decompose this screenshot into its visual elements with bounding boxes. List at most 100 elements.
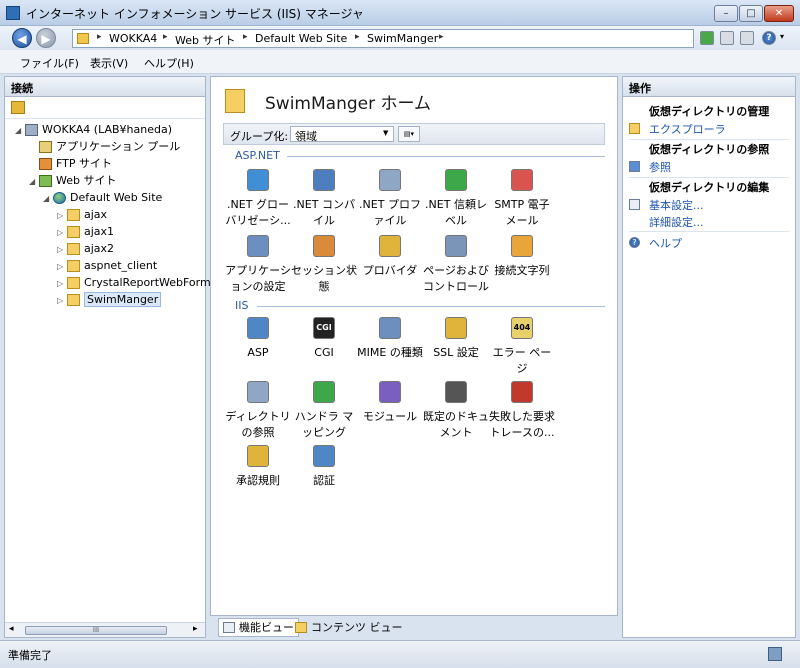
- feature-error-pages[interactable]: 404 エラー ページ: [489, 317, 555, 377]
- feature-app-settings[interactable]: アプリケーションの設定: [225, 235, 291, 295]
- tree-item[interactable]: ▷ ajax2: [57, 240, 114, 257]
- action-group-browse: 仮想ディレクトリの参照: [649, 143, 770, 156]
- connect-icon[interactable]: [11, 101, 25, 114]
- tree-item-label: SwimManger: [84, 292, 162, 307]
- feature-profile[interactable]: .NET プロファイル: [357, 169, 423, 229]
- breadcrumb-swimmanger[interactable]: SwimManger: [367, 32, 438, 45]
- feature-connection-strings[interactable]: 接続文字列: [489, 235, 555, 279]
- feature-session-state[interactable]: セッション状態: [291, 235, 357, 295]
- menu-help[interactable]: ヘルプ(H): [144, 55, 194, 71]
- breadcrumb-server[interactable]: WOKKA4: [109, 32, 157, 45]
- mime-types-icon: [379, 317, 401, 339]
- feature-mime-types[interactable]: MIME の種類: [357, 317, 423, 361]
- breadcrumb-arrow-icon[interactable]: ▸: [439, 32, 444, 42]
- tree-item[interactable]: ▷ CrystalReportWebForm: [57, 274, 211, 291]
- help-icon[interactable]: ?: [762, 31, 776, 45]
- stop-icon[interactable]: [720, 31, 734, 45]
- action-explore[interactable]: エクスプローラ: [649, 121, 726, 137]
- menu-bar: ファイル(F) 表示(V) ヘルプ(H): [0, 50, 800, 74]
- expand-icon[interactable]: ▷: [57, 258, 67, 275]
- feature-label: MIME の種類: [357, 346, 423, 359]
- feature-label: 接続文字列: [494, 264, 550, 277]
- error-pages-icon: 404: [511, 317, 533, 339]
- collapse-icon[interactable]: ◢: [43, 190, 53, 207]
- view-mode-button[interactable]: ▤▾: [398, 126, 420, 142]
- globalization-icon: [247, 169, 269, 191]
- feature-authentication[interactable]: 認証: [291, 445, 357, 489]
- back-button[interactable]: ◀: [12, 28, 32, 48]
- tab-content-view[interactable]: コンテンツ ビュー: [290, 618, 408, 637]
- tab-content-view-label: コンテンツ ビュー: [311, 621, 403, 634]
- handler-mappings-icon: [313, 381, 335, 403]
- feature-providers[interactable]: プロバイダ: [357, 235, 423, 279]
- help-dropdown-icon[interactable]: ▾: [780, 32, 784, 41]
- refresh-icon[interactable]: [700, 31, 714, 45]
- scroll-left-icon[interactable]: ◂: [9, 624, 14, 634]
- collapse-icon[interactable]: ◢: [29, 173, 39, 190]
- feature-label: ASP: [247, 346, 269, 359]
- maximize-button[interactable]: □: [739, 5, 763, 22]
- page-title: SwimManger ホーム: [265, 94, 431, 114]
- feature-cgi[interactable]: CGI CGI: [291, 317, 357, 361]
- tree-item[interactable]: ▷ ajax: [57, 206, 107, 223]
- feature-trust-level[interactable]: .NET 信頼レベル: [423, 169, 489, 229]
- breadcrumb-default-web-site[interactable]: Default Web Site: [255, 32, 347, 45]
- tree-item[interactable]: ▷ SwimManger: [57, 291, 162, 309]
- app-pool-icon: [39, 141, 52, 153]
- tree-item[interactable]: ◢ Web サイト: [29, 172, 116, 189]
- expand-icon[interactable]: ▷: [57, 292, 67, 309]
- menu-view[interactable]: 表示(V): [90, 55, 128, 71]
- minimize-button[interactable]: –: [714, 5, 738, 22]
- folder-app-icon: [67, 294, 80, 306]
- feature-pages-controls[interactable]: ページおよびコントロール: [423, 235, 489, 295]
- ftp-icon: [39, 158, 52, 170]
- feature-compilation[interactable]: .NET コンパイル: [291, 169, 357, 229]
- feature-default-document[interactable]: 既定のドキュメント: [423, 381, 489, 441]
- expand-icon[interactable]: ▷: [57, 224, 67, 241]
- tab-feature-view[interactable]: 機能ビュー: [218, 618, 299, 637]
- tree-item[interactable]: ▷ ajax1: [57, 223, 114, 240]
- action-advanced-settings[interactable]: 詳細設定...: [649, 214, 704, 230]
- ssl-icon: [445, 317, 467, 339]
- menu-file[interactable]: ファイル(F): [20, 55, 79, 71]
- tree-item[interactable]: ▷ aspnet_client: [57, 257, 157, 274]
- breadcrumb-websites[interactable]: Web サイト: [175, 32, 235, 48]
- feature-directory-browsing[interactable]: ディレクトリの参照: [225, 381, 291, 441]
- forward-button[interactable]: ▶: [36, 28, 56, 48]
- iis-manager-icon: [6, 6, 20, 20]
- feature-failed-request-tracing[interactable]: 失敗した要求トレースの...: [489, 381, 555, 441]
- tree-item-label: ajax: [84, 208, 108, 221]
- tree-item-label: aspnet_client: [84, 259, 158, 272]
- profile-icon: [379, 169, 401, 191]
- folder-icon: [77, 33, 89, 44]
- feature-asp[interactable]: ASP: [225, 317, 291, 361]
- expand-icon[interactable]: ▷: [57, 275, 67, 292]
- feature-label: .NET コンパイル: [293, 198, 355, 227]
- home-icon[interactable]: [740, 31, 754, 45]
- connections-header: 接続: [5, 77, 205, 97]
- feature-handler-mappings[interactable]: ハンドラ マッピング: [291, 381, 357, 441]
- address-bar[interactable]: ▸ WOKKA4 ▸ Web サイト ▸ Default Web Site ▸ …: [72, 29, 694, 48]
- feature-authorization-rules[interactable]: 承認規則: [225, 445, 291, 489]
- tree-item[interactable]: FTP サイト: [29, 155, 112, 172]
- expand-icon[interactable]: ▷: [57, 241, 67, 258]
- action-browse[interactable]: 参照: [649, 159, 671, 175]
- feature-smtp-email[interactable]: SMTP 電子メール: [489, 169, 555, 229]
- expand-icon[interactable]: ▷: [57, 207, 67, 224]
- tree-item[interactable]: ◢ Default Web Site: [43, 189, 162, 206]
- tree-item[interactable]: ◢ WOKKA4 (LAB¥haneda): [15, 121, 172, 138]
- feature-globalization[interactable]: .NET グローバリゼーシ...: [225, 169, 291, 229]
- feature-ssl[interactable]: SSL 設定: [423, 317, 489, 361]
- scroll-right-icon[interactable]: ▸: [193, 624, 198, 634]
- tree-item[interactable]: アプリケーション プール: [29, 138, 180, 155]
- feature-modules[interactable]: モジュール: [357, 381, 423, 425]
- title-bar: インターネット インフォメーション サービス (IIS) マネージャ – □ ✕: [0, 0, 800, 26]
- close-button[interactable]: ✕: [764, 5, 794, 22]
- group-by-select[interactable]: 領域 ▼: [290, 126, 394, 143]
- horizontal-scrollbar[interactable]: ◂ III ▸: [5, 622, 205, 637]
- action-basic-settings[interactable]: 基本設定...: [649, 197, 704, 213]
- collapse-icon[interactable]: ◢: [15, 122, 25, 139]
- action-separator: [629, 177, 789, 178]
- scroll-thumb[interactable]: III: [25, 626, 167, 635]
- action-help[interactable]: ヘルプ: [649, 235, 682, 251]
